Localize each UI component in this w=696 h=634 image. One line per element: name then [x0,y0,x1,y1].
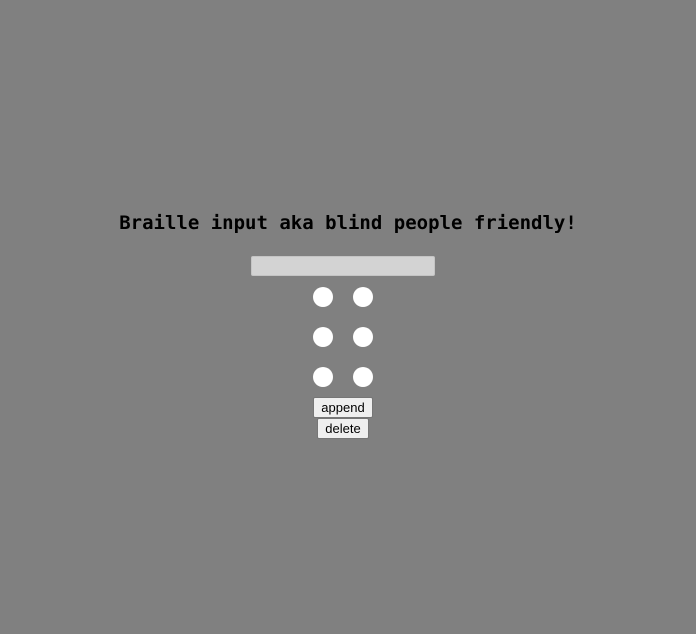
append-button[interactable]: append [313,397,373,418]
braille-dot-2[interactable] [313,327,333,347]
braille-dot-1[interactable] [313,287,333,307]
braille-dot-4[interactable] [353,287,373,307]
braille-dot-6[interactable] [353,367,373,387]
delete-button[interactable]: delete [317,418,369,439]
braille-dot-5[interactable] [353,327,373,347]
braille-input-page: Braille input aka blind people friendly!… [0,0,696,634]
braille-text-field[interactable] [251,256,435,276]
page-title: Braille input aka blind people friendly! [119,212,577,234]
braille-dot-3[interactable] [313,367,333,387]
